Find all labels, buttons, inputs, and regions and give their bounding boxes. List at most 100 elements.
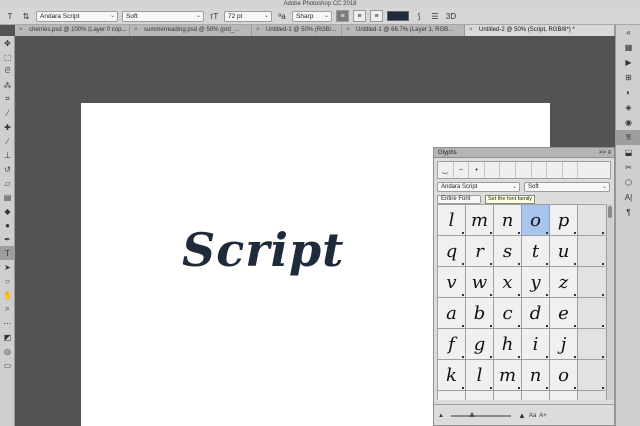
3d-cube-icon[interactable]: ⬡ [616, 175, 640, 190]
eraser-icon[interactable]: ▱ [0, 176, 15, 190]
zoom-icon[interactable]: ⌕ [0, 302, 15, 316]
glyph-cell[interactable]: n [522, 360, 550, 391]
glyph-cell[interactable]: n [494, 205, 522, 236]
close-icon[interactable]: × [19, 25, 23, 36]
glyph-cell[interactable]: s [494, 236, 522, 267]
glyph-cell[interactable]: u [550, 236, 578, 267]
glyph-cell[interactable]: a [438, 298, 466, 329]
glyph-cell[interactable]: b [466, 298, 494, 329]
antialias-select[interactable]: Sharp ⌄ [292, 10, 332, 22]
align-center-button[interactable]: ≡ [353, 10, 366, 22]
tab-cherries[interactable]: × cherries.psd @ 100% (Layer 0 cop... [15, 25, 130, 36]
paragraph-icon[interactable]: ¶ [616, 205, 640, 220]
dodge-icon[interactable]: ● [0, 218, 15, 232]
tab-untitled-2[interactable]: × Untitled-2 @ 50% (Script, RGB/8*) * [465, 25, 615, 36]
align-right-button[interactable]: ≡ [370, 10, 383, 22]
glyphs-panel-header[interactable]: Glyphs >> ≡ [434, 148, 614, 158]
properties-icon[interactable]: ⊞ [616, 70, 640, 85]
close-icon[interactable]: × [256, 25, 260, 36]
show-glyph-set-select[interactable]: Entire Font [437, 195, 481, 204]
expand-panels-icon[interactable]: « [616, 25, 640, 40]
character-icon[interactable]: A| [616, 190, 640, 205]
path-select-icon[interactable]: ➤ [0, 260, 15, 274]
align-left-button[interactable]: ≡ [336, 10, 349, 22]
glyph-cell[interactable]: f [438, 329, 466, 360]
glyph-cell[interactable]: c [494, 298, 522, 329]
character-panel-icon[interactable]: ☰ [429, 10, 441, 22]
recent-glyph[interactable] [532, 162, 548, 178]
recent-glyph[interactable] [563, 162, 579, 178]
glyph-cell[interactable]: j [550, 329, 578, 360]
glyph-cell[interactable]: x [494, 267, 522, 298]
glyph-cell[interactable]: q [466, 391, 494, 400]
warp-text-icon[interactable]: ⟆ [413, 10, 425, 22]
channels-icon[interactable]: ◉ [616, 115, 640, 130]
paths-icon[interactable]: ⬓ [616, 145, 640, 160]
recent-glyph[interactable] [547, 162, 563, 178]
history-brush-icon[interactable]: ↺ [0, 162, 15, 176]
tab-untitled-1-66[interactable]: × Untitled-1 @ 66.7% (Layer 1, RGB... [342, 25, 465, 36]
adjustments-icon[interactable]: ◐ [616, 85, 640, 100]
text-color-swatch[interactable] [387, 11, 409, 21]
glyph-cell[interactable]: m [494, 360, 522, 391]
recent-glyph[interactable] [516, 162, 532, 178]
recent-glyph[interactable] [578, 162, 594, 178]
glyphs-font-style-select[interactable]: Soft ⌄ [524, 182, 610, 192]
glyph-cell[interactable]: t [550, 391, 578, 400]
glyph-cell[interactable]: h [494, 329, 522, 360]
glyph-cell[interactable]: i [522, 329, 550, 360]
color-swatches-icon[interactable]: ◩ [0, 330, 15, 344]
recent-glyph[interactable]: ~ [454, 162, 470, 178]
font-family-select[interactable]: Andara Script ⌄ [36, 10, 118, 22]
mountain-small-icon[interactable]: ▲ [438, 413, 444, 419]
crop-icon[interactable]: ⌗ [0, 92, 15, 106]
3d-icon[interactable]: 3D [445, 10, 457, 22]
glyph-cell[interactable]: w [466, 267, 494, 298]
tab-untitled-1-50[interactable]: × Untitled-1 @ 50% (RGB/... [252, 25, 342, 36]
glyph-cell[interactable]: m [466, 205, 494, 236]
glyph-cell[interactable]: q [438, 236, 466, 267]
type-tool-preset-icon[interactable]: T [4, 10, 16, 22]
glyph-cell[interactable]: t [522, 236, 550, 267]
glyph-cell[interactable]: o [550, 360, 578, 391]
glyphs-panel-icon[interactable]: 𝔄 [616, 130, 640, 145]
eyedropper-icon[interactable]: ⁄ [0, 106, 15, 120]
font-size-increase-label[interactable]: A+ [539, 413, 547, 419]
history-icon[interactable]: ▦ [616, 40, 640, 55]
more-tools-icon[interactable]: ⋯ [0, 316, 15, 330]
panel-menu-icon[interactable]: >> ≡ [599, 148, 611, 158]
glyph-cell[interactable]: g [466, 329, 494, 360]
glyph-cell[interactable]: d [522, 298, 550, 329]
recent-glyph[interactable]: • [469, 162, 485, 178]
recent-glyph[interactable]: ‿ [438, 162, 454, 178]
glyph-cell[interactable]: k [438, 360, 466, 391]
healing-icon[interactable]: ✚ [0, 120, 15, 134]
glyph-grid-scrollbar[interactable] [606, 204, 613, 400]
stamp-icon[interactable]: ⊥ [0, 148, 15, 162]
glyph-cell[interactable]: l [438, 205, 466, 236]
marquee-icon[interactable]: ⬚ [0, 50, 15, 64]
glyph-cell[interactable]: l [466, 360, 494, 391]
slider-knob[interactable] [468, 411, 475, 417]
actions-icon[interactable]: ▶ [616, 55, 640, 70]
font-size-select[interactable]: 72 pt ⌄ [224, 10, 272, 22]
close-icon[interactable]: × [346, 25, 350, 36]
glyph-cell[interactable]: y [522, 267, 550, 298]
brush-icon[interactable]: ∕ [0, 134, 15, 148]
tools-icon[interactable]: ✂ [616, 160, 640, 175]
recent-glyph[interactable] [485, 162, 501, 178]
close-icon[interactable]: × [469, 25, 473, 36]
glyph-cell[interactable]: v [438, 267, 466, 298]
glyph-cell[interactable]: p [438, 391, 466, 400]
glyph-cell[interactable]: r [466, 236, 494, 267]
tab-summerreading[interactable]: × summerreading.psd @ 50% (prd_... [130, 25, 252, 36]
quick-mask-icon[interactable]: ◎ [0, 344, 15, 358]
toggle-orientation-icon[interactable]: ⇅ [20, 10, 32, 22]
type-icon[interactable]: T [0, 246, 15, 260]
blur-icon[interactable]: ◆ [0, 204, 15, 218]
layers-icon[interactable]: ◈ [616, 100, 640, 115]
glyph-cell[interactable]: e [550, 298, 578, 329]
glyph-size-slider[interactable] [450, 411, 511, 417]
hand-icon[interactable]: ✋ [0, 288, 15, 302]
font-size-decrease-label[interactable]: Aa [529, 413, 536, 419]
